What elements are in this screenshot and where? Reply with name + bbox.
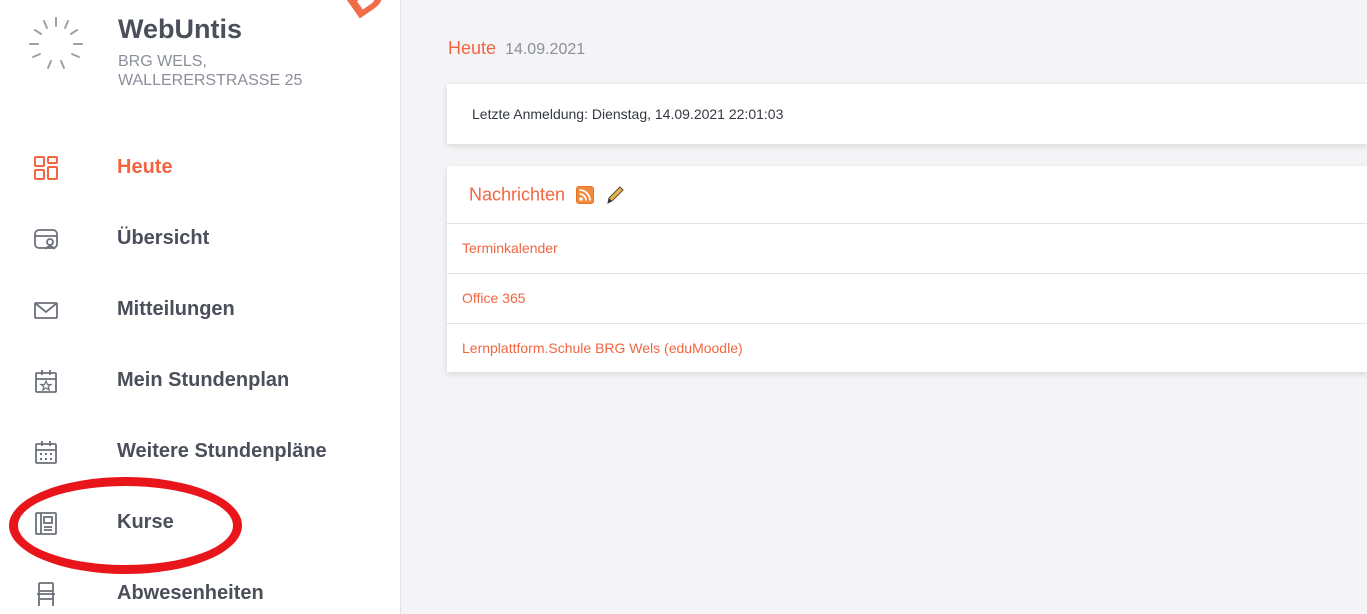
webuntis-logo-icon xyxy=(29,17,83,69)
sidebar-item-mitteilungen[interactable]: Mitteilungen xyxy=(0,282,400,338)
news-link-label: Terminkalender xyxy=(462,240,558,256)
sidebar-item-uebersicht[interactable]: Übersicht xyxy=(0,211,400,267)
sidebar-item-kurse[interactable]: Kurse xyxy=(0,495,400,551)
sidebar-item-heute[interactable]: Heute xyxy=(0,140,400,196)
sidebar-item-label: Mein Stundenplan xyxy=(117,369,290,391)
school-name-line-2: WALLERERSTRASSE 25 xyxy=(118,72,303,89)
rss-icon[interactable] xyxy=(575,186,594,204)
sidebar-item-label: Übersicht xyxy=(117,227,210,249)
news-link-office-365[interactable]: Office 365 xyxy=(447,273,1367,322)
brand[interactable]: WebUntis BRG WELS, WALLERERSTRASSE 25 xyxy=(20,12,380,102)
page-header: Heute 14.09.2021 xyxy=(448,38,585,59)
last-login-text: Letzte Anmeldung: Dienstag, 14.09.2021 2… xyxy=(472,106,784,122)
course-book-icon xyxy=(35,512,57,535)
news-title: Nachrichten xyxy=(469,184,566,205)
calendar-grid-icon xyxy=(35,441,57,464)
sidebar-item-mein-stundenplan[interactable]: Mein Stundenplan xyxy=(0,353,400,409)
page-date: 14.09.2021 xyxy=(505,41,586,58)
news-link-terminkalender[interactable]: Terminkalender xyxy=(447,223,1367,272)
main-content: Heute 14.09.2021 Letzte Anmeldung: Diens… xyxy=(401,0,1367,614)
app-window: WebUntis BRG WELS, WALLERERSTRASSE 25 He… xyxy=(0,0,1367,614)
sidebar-item-label: Abwesenheiten xyxy=(117,582,264,604)
last-login-card: Letzte Anmeldung: Dienstag, 14.09.2021 2… xyxy=(447,84,1367,144)
school-name: BRG WELS, WALLERERSTRASSE 25 xyxy=(118,52,302,90)
dashboard-grid-icon xyxy=(34,156,58,180)
page-title: Heute xyxy=(448,38,497,58)
news-card: Nachrichten Terminkalender Office 365 Le… xyxy=(447,166,1367,372)
calendar-star-icon xyxy=(35,370,57,393)
sidebar: WebUntis BRG WELS, WALLERERSTRASSE 25 He… xyxy=(0,0,401,614)
pencil-icon[interactable] xyxy=(604,184,626,206)
sidebar-item-label: Kurse xyxy=(117,511,174,533)
news-link-label: Office 365 xyxy=(462,290,526,306)
school-name-line-1: BRG WELS, xyxy=(118,53,207,70)
sidebar-item-label: Mitteilungen xyxy=(117,298,235,320)
sidebar-item-weitere-stundenplaene[interactable]: Weitere Stundenpläne xyxy=(0,424,400,480)
sidebar-item-label: Heute xyxy=(117,156,173,178)
sidebar-item-label: Weitere Stundenpläne xyxy=(117,440,327,462)
sidebar-item-abwesenheiten[interactable]: Abwesenheiten xyxy=(0,566,400,614)
news-link-label: Lernplattform.Schule BRG Wels (eduMoodle… xyxy=(462,340,743,356)
news-link-lernplattform[interactable]: Lernplattform.Schule BRG Wels (eduMoodle… xyxy=(447,323,1367,372)
news-header: Nachrichten xyxy=(469,184,1069,210)
mail-icon xyxy=(34,302,58,319)
overview-icon xyxy=(34,229,58,250)
chair-icon xyxy=(37,582,55,606)
app-name: WebUntis xyxy=(118,14,243,44)
